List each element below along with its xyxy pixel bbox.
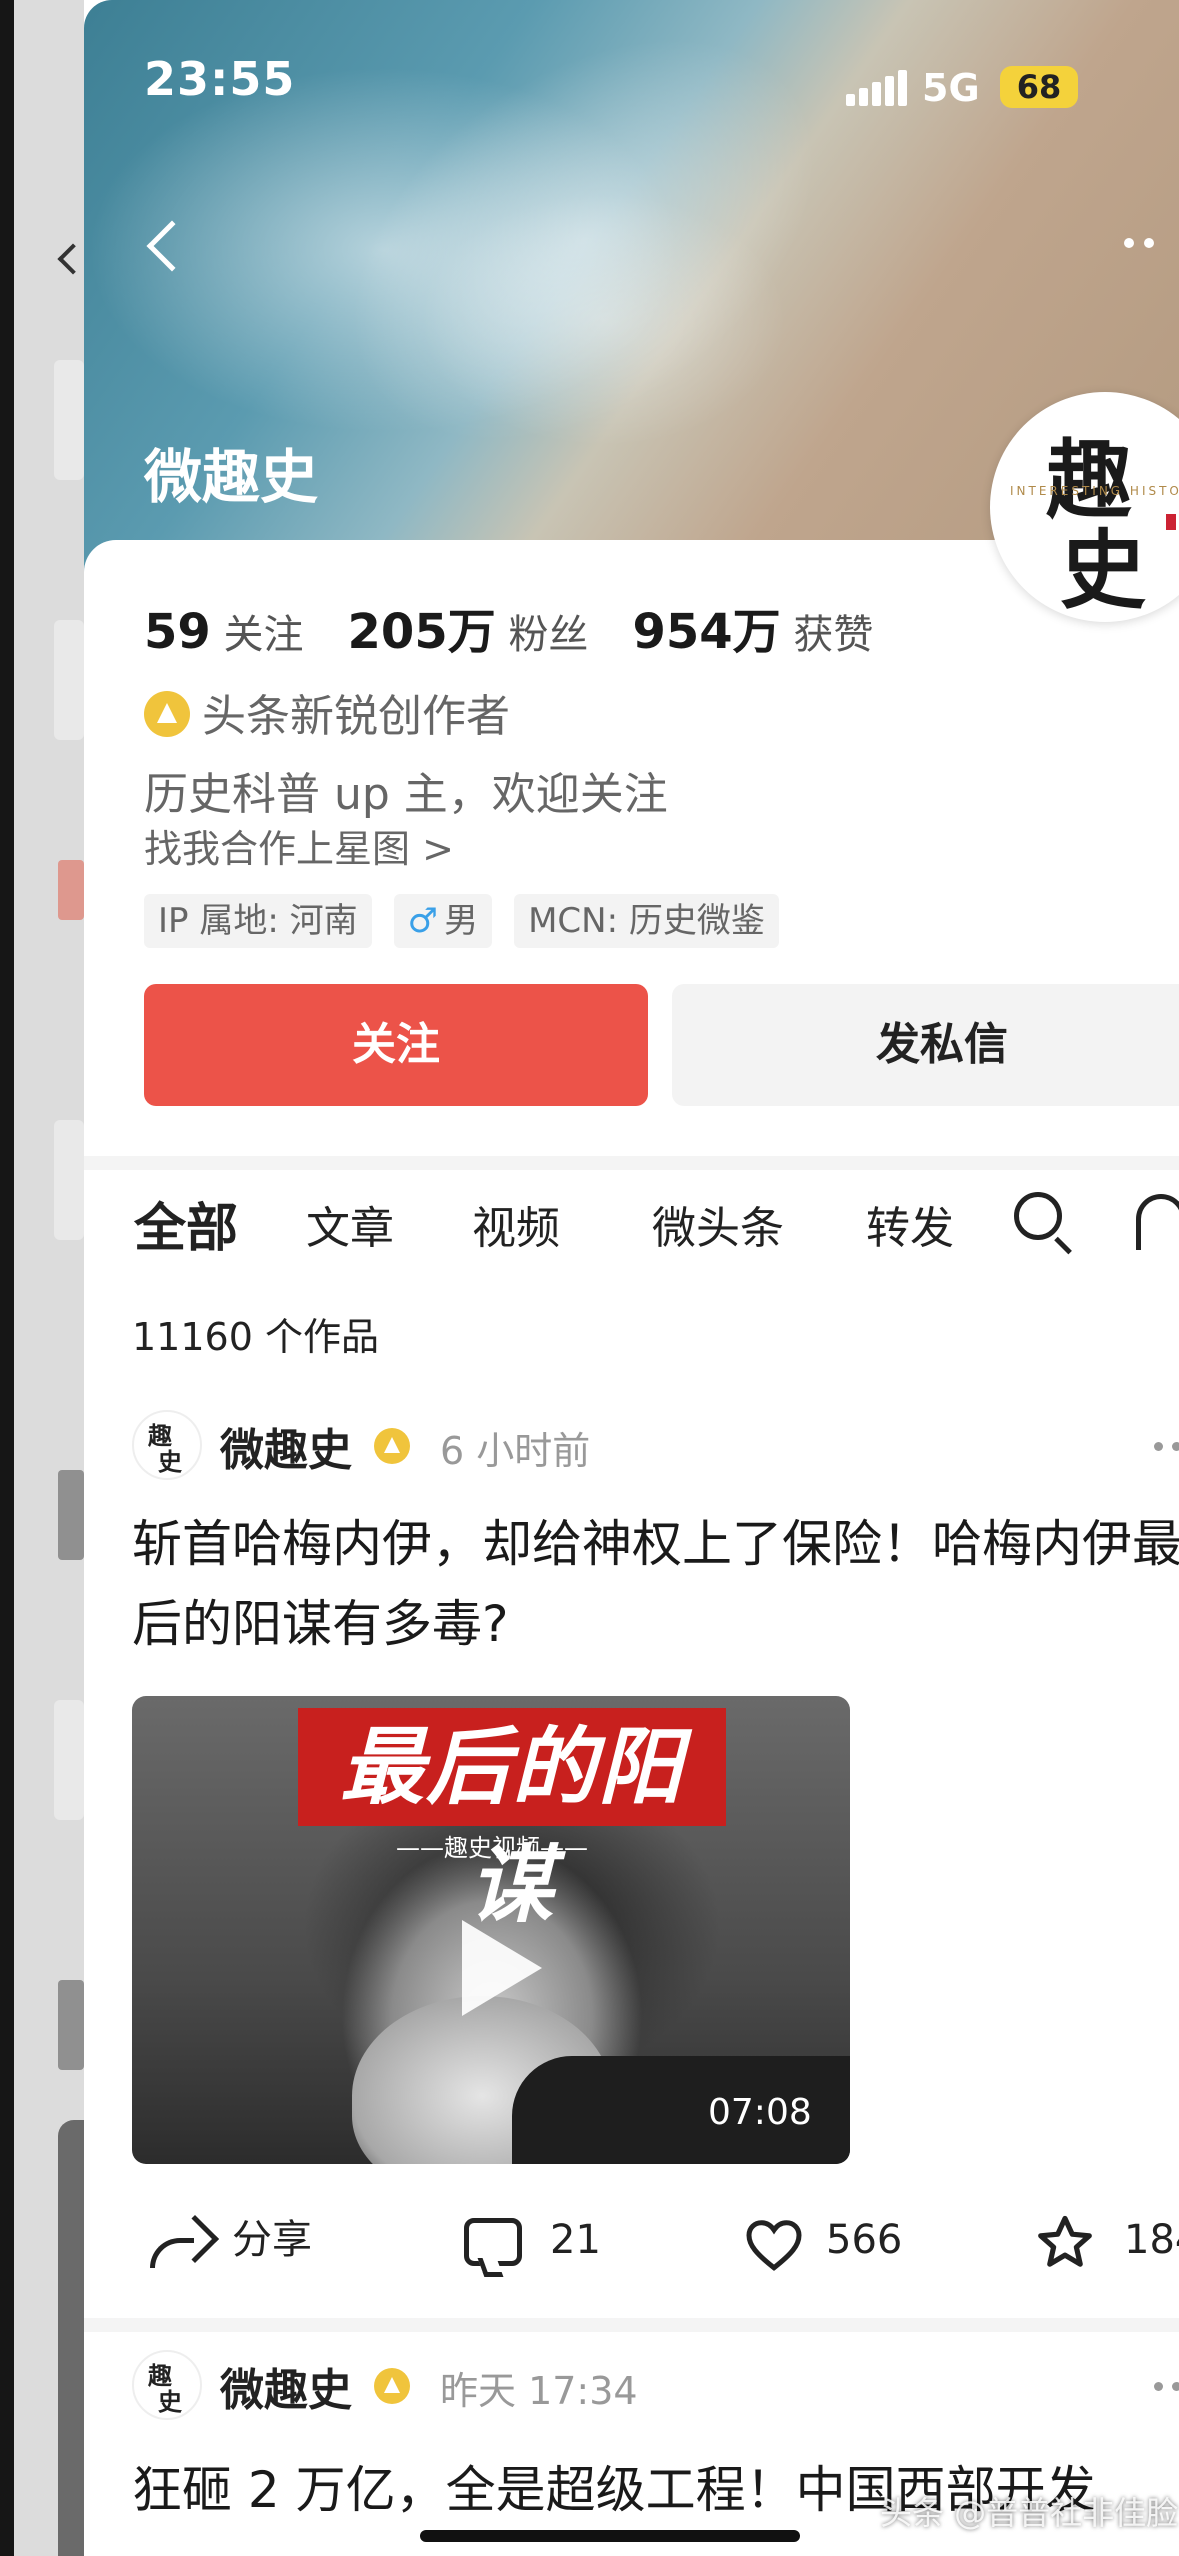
post-avatar[interactable]: 趣 史 (132, 2350, 202, 2420)
status-time: 23:55 (144, 52, 296, 106)
post-author[interactable]: 微趣史 (220, 1414, 352, 1478)
ghost-red-text (58, 860, 84, 920)
post-avatar[interactable]: 趣 史 (132, 1410, 202, 1480)
stat-followers[interactable]: 205万 粉丝 (348, 592, 589, 662)
content-tabs: 全部 文章 视频 微头条 转发 (84, 1170, 1179, 1300)
app-screen: 23:55 5G 68 微趣史 59 关注 205万 粉丝 954万 获赞 头条新锐… (0, 0, 1179, 2556)
ghost-block (54, 360, 84, 480)
status-bar: 23:55 5G 68 (84, 0, 1179, 120)
headphones-icon[interactable] (1136, 1194, 1179, 1250)
signal-icon (846, 70, 907, 106)
tab-all[interactable]: 全部 (134, 1186, 238, 1261)
post-action-bar: 分享 21 566 184 (84, 2200, 1179, 2280)
ghost-block (54, 620, 84, 740)
section-divider (84, 1156, 1179, 1170)
tab-reposts[interactable]: 转发 (866, 1192, 954, 1256)
favorite-count[interactable]: 184 (1124, 2200, 1179, 2280)
battery-icon: 68 (1000, 66, 1078, 108)
comment-icon[interactable] (464, 2218, 522, 2266)
like-count[interactable]: 566 (826, 2200, 902, 2280)
ghost-block (54, 1120, 84, 1240)
verified-badge-icon (374, 2368, 410, 2404)
comment-count[interactable]: 21 (550, 2200, 601, 2280)
avatar-char: 史 (1060, 520, 1146, 621)
ip-location-tag: IP 属地: 河南 (144, 894, 372, 948)
favorite-icon[interactable] (1034, 2212, 1096, 2274)
back-button[interactable] (140, 212, 198, 282)
creator-badge-icon (144, 691, 190, 737)
share-icon[interactable] (150, 2214, 220, 2270)
avatar-seal (1166, 514, 1176, 530)
video-cover-subtitle: ——趣史视频—— (396, 1834, 588, 1862)
mcn-tag[interactable]: MCN: 历史微鉴 (514, 894, 779, 948)
male-icon: ♂ (407, 901, 439, 941)
search-icon[interactable] (1014, 1192, 1074, 1255)
share-button[interactable]: 分享 (232, 2200, 312, 2280)
tab-micro-posts[interactable]: 微头条 (652, 1192, 784, 1256)
home-indicator[interactable] (420, 2530, 800, 2542)
post-author[interactable]: 微趣史 (220, 2354, 352, 2418)
profile-name: 微趣史 (144, 443, 319, 511)
message-button[interactable]: 发私信 (672, 984, 1179, 1106)
screen-edge (0, 0, 14, 2556)
ghost-image (58, 2120, 84, 2556)
video-thumbnail[interactable]: 最后的阳谋 ——趣史视频—— 07:08 (132, 1696, 850, 2164)
background-page-edge (0, 0, 84, 2556)
watermark: 头条 @普普社非佳脸 (880, 2494, 1179, 2532)
more-options-button[interactable] (1124, 230, 1179, 260)
ghost-dark-text (58, 1470, 84, 1560)
ghost-back-icon (57, 243, 84, 275)
play-icon[interactable] (462, 1920, 542, 2016)
post-time: 6 小时前 (440, 1429, 591, 1473)
stat-following[interactable]: 59 关注 (144, 602, 304, 660)
network-type: 5G (922, 66, 980, 110)
post-more-icon[interactable] (1154, 1442, 1179, 1456)
cooperation-link[interactable]: 找我合作上星图 > (144, 818, 454, 873)
post-more-icon[interactable] (1154, 2382, 1179, 2396)
tab-videos[interactable]: 视频 (472, 1192, 560, 1256)
creator-badge[interactable]: 头条新锐创作者 (144, 680, 510, 744)
profile-stats: 59 关注 205万 粉丝 954万 获赞 (144, 592, 917, 660)
back-chevron-icon (146, 220, 198, 272)
ghost-dark-text (58, 1980, 84, 2070)
profile-info-card: 59 关注 205万 粉丝 954万 获赞 头条新锐创作者 历史科普 up 主，欢迎… (84, 540, 1179, 1160)
section-divider (84, 2318, 1179, 2332)
stat-likes[interactable]: 954万 获赞 (632, 592, 873, 662)
post-title[interactable]: 斩首哈梅内伊，却给神权上了保险！哈梅内伊最后的阳谋有多毒? (132, 1504, 1179, 1664)
profile-page: 23:55 5G 68 微趣史 59 关注 205万 粉丝 954万 获赞 头条新锐… (84, 0, 1179, 2556)
works-count: 11160 个作品 (132, 1315, 379, 1359)
profile-bio: 历史科普 up 主，欢迎关注 (144, 769, 668, 820)
video-duration: 07:08 (708, 2092, 812, 2133)
gender-tag: ♂ 男 (393, 894, 493, 948)
like-icon[interactable] (744, 2216, 804, 2272)
avatar-subtitle: INTERESTING HISTORY (1010, 484, 1179, 498)
verified-badge-icon (374, 1428, 410, 1464)
tab-articles[interactable]: 文章 (306, 1192, 394, 1256)
ghost-block (54, 1700, 84, 1820)
follow-button[interactable]: 关注 (144, 984, 648, 1106)
post-time: 昨天 17:34 (440, 2369, 638, 2413)
video-cover-title: 最后的阳谋 (298, 1708, 726, 1934)
profile-tags: IP 属地: 河南 ♂ 男 MCN: 历史微鉴 (144, 894, 801, 950)
